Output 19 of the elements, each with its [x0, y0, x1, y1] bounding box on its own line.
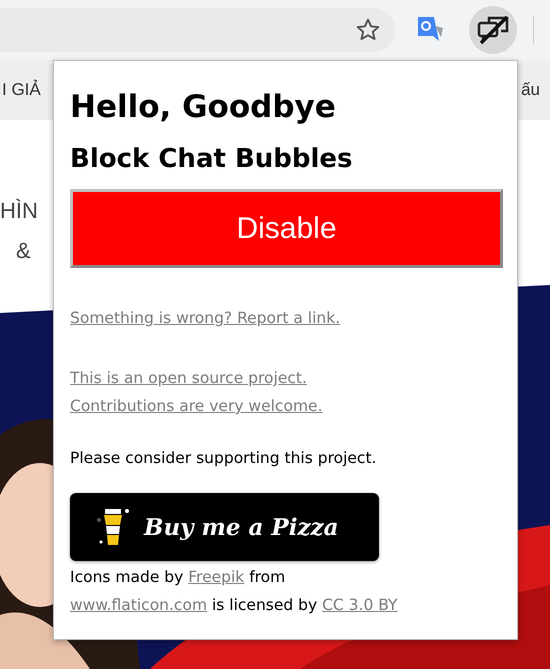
- disable-button[interactable]: Disable: [70, 189, 503, 268]
- project-link[interactable]: Contributions are very welcome.: [70, 392, 323, 420]
- page-heading: &: [16, 238, 31, 264]
- popup-subtitle: Block Chat Bubbles: [70, 143, 354, 176]
- chat-blocked-icon[interactable]: [476, 13, 510, 47]
- credit-link[interactable]: Freepik: [188, 568, 244, 586]
- project-link[interactable]: This is an open source project.: [70, 364, 307, 392]
- page-heading: HÌN: [0, 198, 38, 224]
- bookmark-item[interactable]: ấu: [521, 80, 540, 100]
- cup-icon: [96, 506, 130, 548]
- support-text: Please consider supporting this project.: [70, 448, 378, 469]
- bookmark-item[interactable]: I GIẢ: [2, 80, 41, 100]
- credits-text: Icons made by Freepik from www.flaticon.com is licensed by CC 3.0 BY: [70, 567, 398, 616]
- credit-link[interactable]: CC 3.0 BY: [322, 596, 398, 614]
- popup-title: Hello, Goodbye: [70, 88, 337, 127]
- credit-link[interactable]: www.flaticon.com: [70, 596, 208, 614]
- donate-button[interactable]: Buy me a Pizza: [70, 493, 379, 561]
- report-link[interactable]: Something is wrong? Report a link.: [70, 304, 340, 332]
- star-icon[interactable]: [355, 17, 381, 43]
